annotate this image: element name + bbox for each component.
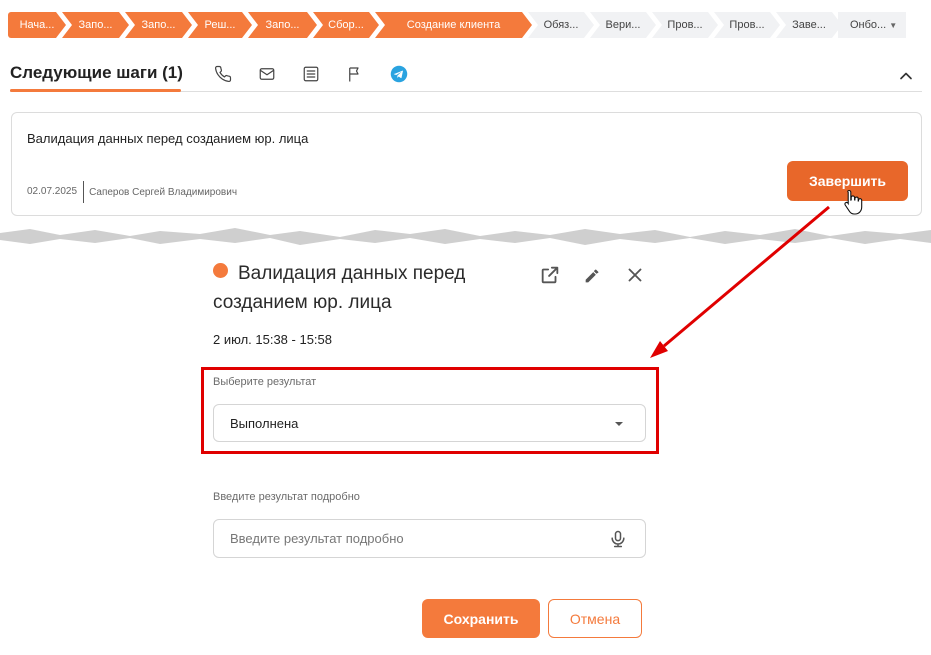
details-label: Введите результат подробно [213, 491, 360, 503]
details-input[interactable] [213, 519, 646, 558]
stage-10[interactable]: Пров... [652, 12, 718, 38]
result-select[interactable]: Выполнена [213, 404, 646, 442]
external-link-icon[interactable] [539, 264, 561, 286]
stage-1[interactable]: Нача... [8, 12, 66, 38]
stage-13[interactable]: Онбо... ▼ [838, 12, 906, 38]
stage-5[interactable]: Запо... [248, 12, 317, 38]
next-steps-header: Следующие шаги (1) [10, 60, 922, 92]
active-tab-underline [10, 89, 181, 92]
stage-2[interactable]: Запо... [62, 12, 129, 38]
phone-icon[interactable] [213, 64, 233, 84]
result-select-value: Выполнена [230, 415, 299, 431]
list-icon[interactable] [301, 64, 321, 84]
task-card: Валидация данных перед созданием юр. лиц… [11, 112, 922, 216]
hand-cursor-icon [844, 189, 863, 215]
flag-icon[interactable] [345, 64, 365, 84]
stage-8[interactable]: Обяз... [528, 12, 594, 38]
stage-11[interactable]: Пров... [714, 12, 780, 38]
cancel-button[interactable]: Отмена [548, 599, 642, 638]
task-time-range: 2 июл. 15:38 - 15:58 [213, 332, 332, 347]
task-meta: 02.07.2025 Саперов Сергей Владимирович [27, 181, 237, 203]
chevron-up-icon[interactable] [896, 66, 916, 86]
result-label: Выберите результат [213, 376, 317, 388]
pipeline-stages: Нача... Запо... Запо... Реш... Запо... С… [8, 12, 922, 38]
task-title: Валидация данных перед созданием юр. лиц… [27, 131, 309, 146]
stage-current[interactable]: Создание клиента [375, 12, 532, 38]
mail-icon[interactable] [257, 64, 277, 84]
close-icon[interactable] [624, 264, 646, 286]
stage-9[interactable]: Вери... [590, 12, 656, 38]
chevron-down-icon: ▼ [889, 20, 898, 30]
stage-3[interactable]: Запо... [125, 12, 192, 38]
save-button[interactable]: Сохранить [422, 599, 540, 638]
section-title: Следующие шаги (1) [10, 63, 183, 82]
edit-icon[interactable] [582, 264, 604, 286]
telegram-icon[interactable] [389, 64, 409, 84]
microphone-icon[interactable] [608, 528, 628, 550]
stage-12[interactable]: Заве... [776, 12, 842, 38]
stage-6[interactable]: Сбор... [313, 12, 379, 38]
task-date: 02.07.2025 [27, 181, 85, 203]
stage-4[interactable]: Реш... [188, 12, 252, 38]
task-assignee: Саперов Сергей Владимирович [89, 186, 238, 198]
caret-down-icon [615, 422, 623, 426]
torn-edge-divider [0, 228, 931, 245]
modal-title: Валидация данных перед созданием юр. лиц… [213, 263, 466, 313]
